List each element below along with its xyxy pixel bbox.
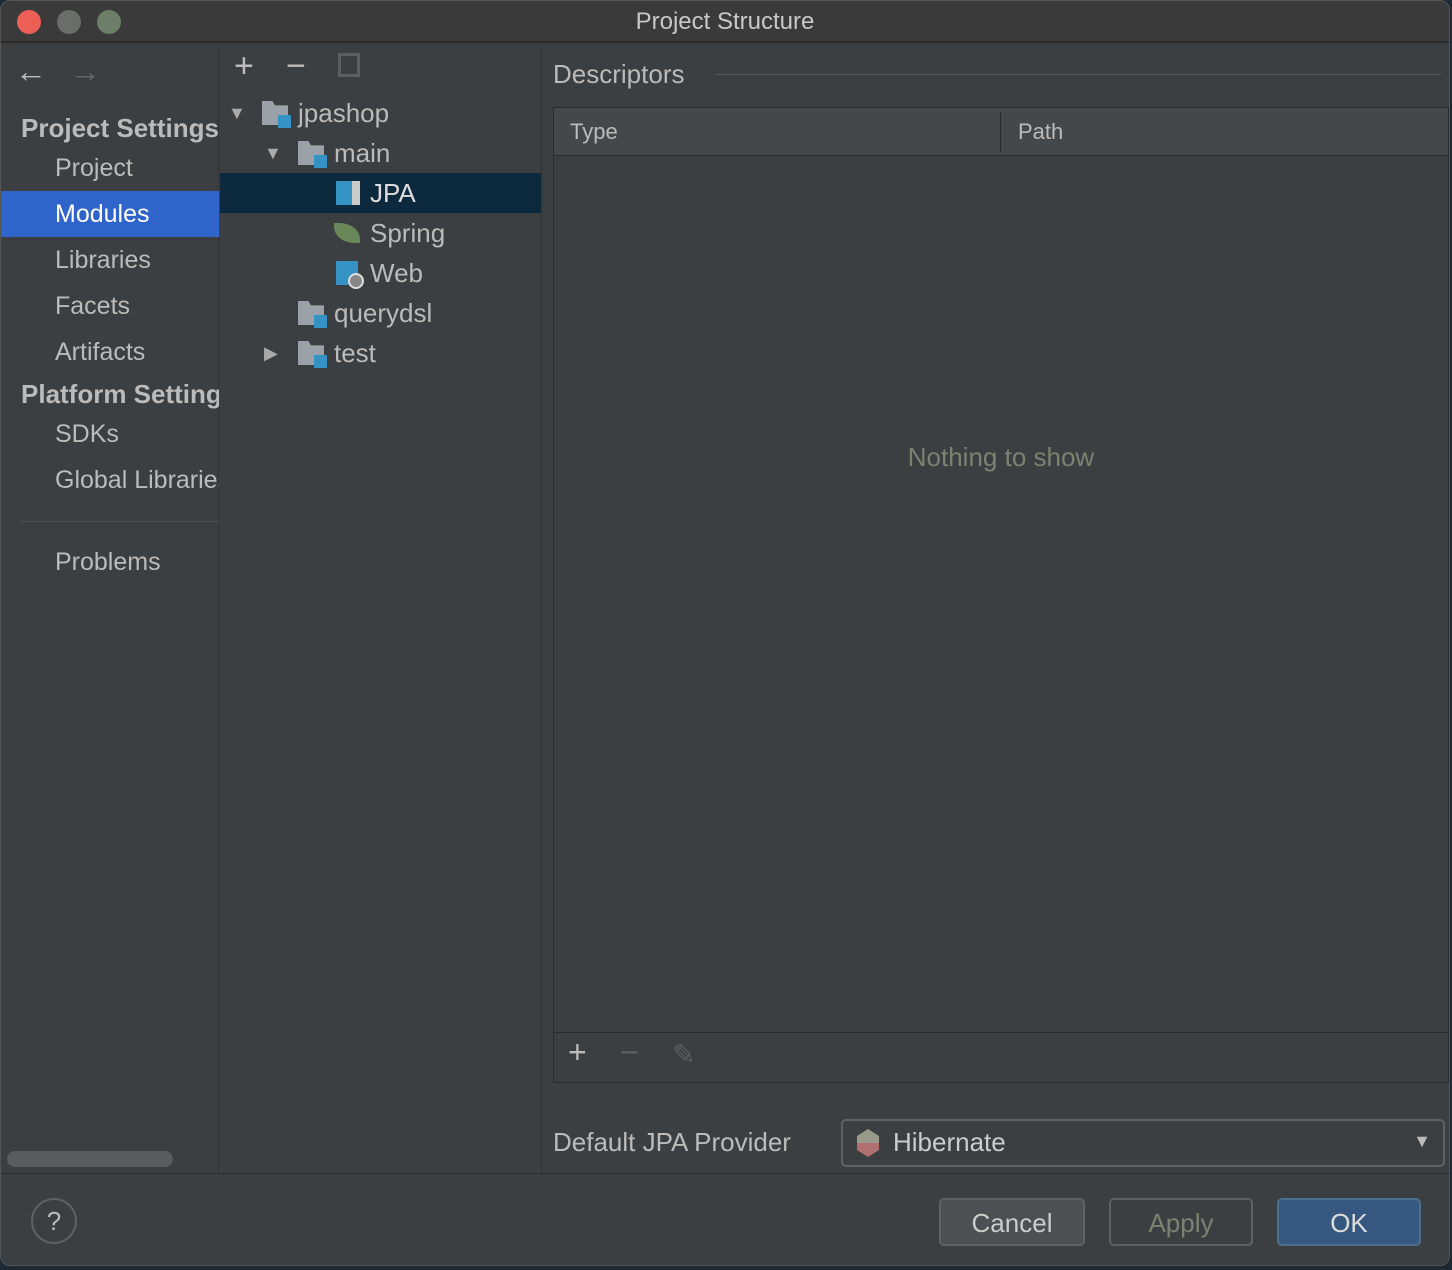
help-button[interactable]: ? [31,1198,77,1244]
add-icon[interactable]: + [234,47,254,86]
node-label: jpashop [298,98,390,128]
divider [21,521,219,522]
sidebar-item-problems[interactable]: Problems [1,539,219,585]
descriptors-title: Descriptors [553,59,685,89]
tree-node-test[interactable]: ▶ test [220,333,541,373]
hibernate-icon [857,1129,879,1157]
back-arrow-icon[interactable]: ← [15,53,47,90]
minimize-window-button[interactable] [57,10,81,34]
settings-sidebar: ← → Project Settings Project Modules Lib… [1,45,219,1173]
node-label: querydsl [334,298,433,328]
column-type[interactable]: Type [570,108,618,156]
add-descriptor-icon[interactable]: + [568,1034,587,1071]
window-title: Project Structure [635,8,815,35]
sidebar-item-facets[interactable]: Facets [1,283,219,329]
tree-node-web[interactable]: Web [220,253,541,293]
sidebar-item-sdks[interactable]: SDKs [1,411,219,457]
section-project-settings: Project Settings [21,113,219,143]
title-separator [715,74,1441,75]
edit-pencil-icon[interactable]: ✎ [672,1038,695,1071]
jpa-facet-icon [336,181,360,205]
tree-node-querydsl[interactable]: querydsl [220,293,541,333]
provider-dropdown[interactable]: Hibernate ▼ [841,1119,1445,1167]
project-structure-dialog: Project Structure ← → Project Settings P… [0,0,1450,1266]
cancel-button[interactable]: Cancel [939,1198,1085,1246]
module-tree: + − ▼ jpashop ▼ main JPA Spring Web quer… [220,45,542,1173]
node-label: test [334,338,376,368]
node-label: main [334,138,391,168]
close-window-button[interactable] [17,10,41,34]
table-header: Type Path [554,108,1448,156]
tree-node-jpashop[interactable]: ▼ jpashop [220,93,541,133]
dialog-footer: ? Cancel Apply OK [1,1173,1449,1265]
descriptors-table: Type Path Nothing to show + − ✎ [553,107,1449,1083]
chevron-down-icon: ▼ [1413,1131,1431,1151]
horizontal-scrollbar[interactable] [7,1151,173,1167]
ok-button[interactable]: OK [1277,1198,1421,1246]
zoom-window-button[interactable] [97,10,121,34]
provider-label: Default JPA Provider [553,1127,791,1157]
node-label: JPA [370,178,416,208]
tree-node-jpa[interactable]: JPA [220,173,541,213]
remove-icon[interactable]: − [286,47,306,86]
collapsed-arrow-icon[interactable]: ▶ [264,333,278,373]
sidebar-item-modules[interactable]: Modules [1,191,219,237]
forward-arrow-icon[interactable]: → [69,53,101,90]
title-bar: Project Structure [1,1,1449,43]
remove-descriptor-icon[interactable]: − [620,1034,639,1071]
spring-leaf-icon [334,223,360,243]
apply-button[interactable]: Apply [1109,1198,1253,1246]
expanded-arrow-icon[interactable]: ▼ [228,93,246,133]
tree-node-spring[interactable]: Spring [220,213,541,253]
provider-value: Hibernate [893,1127,1006,1157]
sidebar-item-project[interactable]: Project [1,145,219,191]
node-label: Web [370,258,423,288]
sidebar-item-artifacts[interactable]: Artifacts [1,329,219,375]
column-path[interactable]: Path [1018,108,1063,156]
node-label: Spring [370,218,446,248]
copy-icon[interactable] [338,53,360,77]
empty-state-text: Nothing to show [907,442,1095,472]
jpa-facet-panel: Descriptors Type Path Nothing to show + … [543,45,1449,1173]
sidebar-item-libraries[interactable]: Libraries [1,237,219,283]
tree-node-main[interactable]: ▼ main [220,133,541,173]
expanded-arrow-icon[interactable]: ▼ [264,133,282,173]
section-platform-settings: Platform Settings [21,379,219,409]
sidebar-item-global-libraries[interactable]: Global Libraries [1,457,219,503]
